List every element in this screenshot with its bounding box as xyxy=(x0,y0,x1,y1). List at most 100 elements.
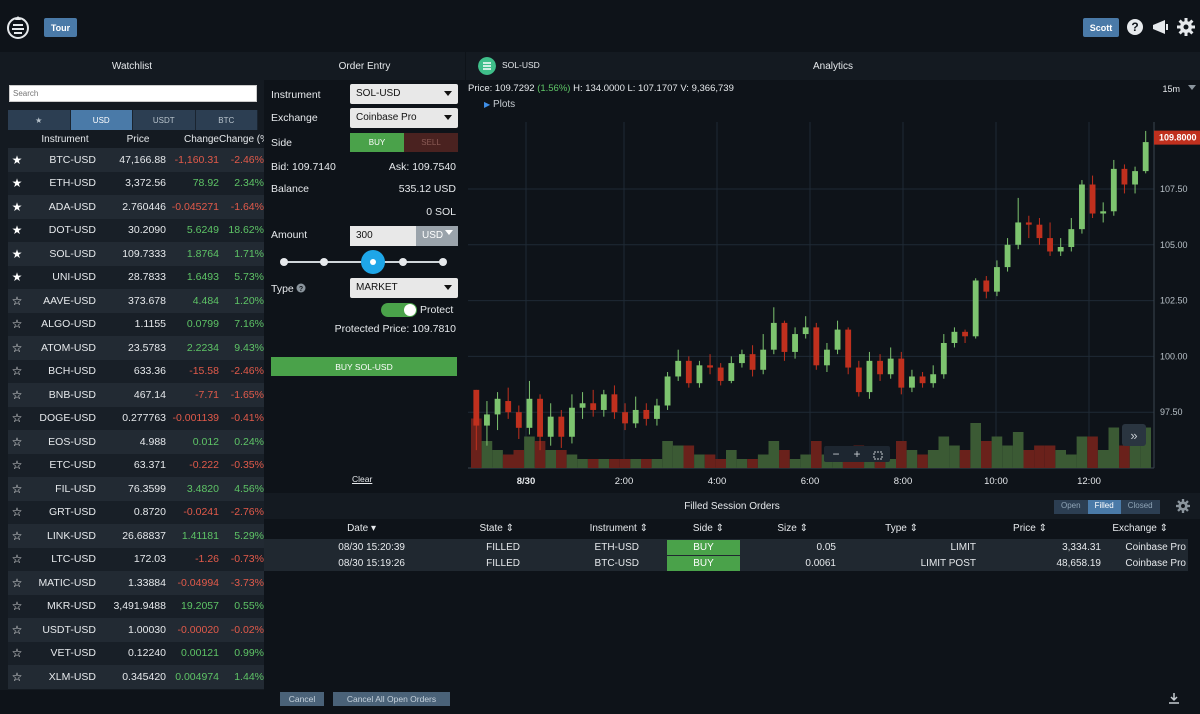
watchlist-row[interactable]: ☆ USDT-USD 1.00030 -0.00020 -0.02% xyxy=(8,618,264,642)
watchlist-row[interactable]: ☆ VET-USD 0.12240 0.00121 0.99% xyxy=(8,641,264,665)
watchlist-row[interactable]: ★ DOT-USD 30.2090 5.6249 18.62% xyxy=(8,218,264,242)
tour-button[interactable]: Tour xyxy=(44,18,77,37)
slider-step-dot[interactable] xyxy=(439,258,447,266)
filter-open[interactable]: Open xyxy=(1054,500,1088,514)
chevron-down-icon[interactable] xyxy=(1188,85,1196,90)
star-icon[interactable]: ☆ xyxy=(8,482,26,496)
change-pct-cell: -0.02% xyxy=(230,623,264,636)
slider-step-dot[interactable] xyxy=(399,258,407,266)
amount-input[interactable]: 300 xyxy=(350,226,416,246)
star-icon[interactable]: ☆ xyxy=(8,552,26,566)
chevrons-right-icon[interactable]: » xyxy=(1130,428,1137,443)
tab-btc[interactable]: BTC xyxy=(195,110,258,130)
watchlist-row[interactable]: ☆ FIL-USD 76.3599 3.4820 4.56% xyxy=(8,477,264,501)
watchlist-row[interactable]: ☆ BNB-USD 467.14 -7.71 -1.65% xyxy=(8,383,264,407)
col-side[interactable]: Side ⇕ xyxy=(648,523,724,537)
slider-step-dot[interactable] xyxy=(280,258,288,266)
col-instrument[interactable]: Instrument ⇕ xyxy=(514,523,648,537)
price-chart[interactable]: 107.50 105.00 102.50 100.00 97.50 8/30 2:00 4:0… xyxy=(466,94,1200,490)
watchlist-row[interactable]: ☆ BCH-USD 633.36 -15.58 -2.46% xyxy=(8,359,264,383)
star-icon[interactable]: ☆ xyxy=(8,435,26,449)
settings-gear-icon[interactable] xyxy=(1177,18,1195,36)
zoom-out-icon[interactable]: − xyxy=(832,447,839,461)
watchlist-row[interactable]: ★ SOL-USD 109.7333 1.8764 1.71% xyxy=(8,242,264,266)
tab-favorites[interactable]: ★ xyxy=(8,110,71,130)
instrument-cell: AAVE-USD xyxy=(43,294,96,307)
col-price[interactable]: Price ⇕ xyxy=(918,523,1047,537)
instrument-select[interactable]: SOL-USD xyxy=(350,84,458,104)
help-icon[interactable]: ? xyxy=(296,283,306,293)
help-icon[interactable]: ? xyxy=(1126,18,1144,36)
settings-gear-icon[interactable] xyxy=(1176,499,1190,513)
star-icon[interactable]: ☆ xyxy=(8,646,26,660)
watchlist-row[interactable]: ☆ ETC-USD 63.371 -0.222 -0.35% xyxy=(8,453,264,477)
star-icon[interactable]: ☆ xyxy=(8,458,26,472)
watchlist-row[interactable]: ☆ ATOM-USD 23.5783 2.2234 9.43% xyxy=(8,336,264,360)
order-row[interactable]: 08/30 15:19:26 FILLED BTC-USD BUY 0.0061 LIMI… xyxy=(264,555,1188,571)
candle-body xyxy=(834,329,841,350)
star-icon[interactable]: ☆ xyxy=(8,670,26,684)
watchlist-row[interactable]: ☆ GRT-USD 0.8720 -0.0241 -2.76% xyxy=(8,500,264,524)
watchlist-row[interactable]: ☆ EOS-USD 4.988 0.012 0.24% xyxy=(8,430,264,454)
star-icon[interactable]: ☆ xyxy=(8,364,26,378)
interval-select[interactable]: 15m xyxy=(1162,84,1180,94)
cancel-all-button[interactable]: Cancel All Open Orders xyxy=(333,692,450,706)
tab-usd[interactable]: USD xyxy=(70,110,133,130)
cancel-button[interactable]: Cancel xyxy=(280,692,324,706)
watchlist-row[interactable]: ☆ AAVE-USD 373.678 4.484 1.20% xyxy=(8,289,264,313)
announcement-icon[interactable] xyxy=(1151,18,1169,36)
star-icon[interactable]: ★ xyxy=(8,153,26,167)
app-logo-icon[interactable] xyxy=(6,14,30,40)
star-icon[interactable]: ★ xyxy=(8,176,26,190)
col-exchange[interactable]: Exchange ⇕ xyxy=(1047,523,1168,537)
buy-side-button[interactable]: BUY xyxy=(350,133,404,152)
star-icon[interactable]: ★ xyxy=(8,247,26,261)
star-icon[interactable]: ☆ xyxy=(8,411,26,425)
slider-step-dot[interactable] xyxy=(320,258,328,266)
star-icon[interactable]: ☆ xyxy=(8,576,26,590)
star-icon[interactable]: ☆ xyxy=(8,388,26,402)
star-icon[interactable]: ☆ xyxy=(8,341,26,355)
watchlist-row[interactable]: ☆ ALGO-USD 1.1155 0.0799 7.16% xyxy=(8,312,264,336)
volume-bar xyxy=(598,459,610,468)
clear-link[interactable]: Clear xyxy=(352,474,372,484)
protect-toggle[interactable] xyxy=(381,303,417,317)
watchlist-row[interactable]: ☆ DOGE-USD 0.277763 -0.001139 -0.41% xyxy=(8,406,264,430)
download-icon[interactable] xyxy=(1168,692,1180,704)
star-icon[interactable]: ☆ xyxy=(8,294,26,308)
amount-slider-handle[interactable] xyxy=(361,250,385,274)
watchlist-search-input[interactable] xyxy=(9,85,257,102)
star-icon[interactable]: ☆ xyxy=(8,505,26,519)
star-icon[interactable]: ☆ xyxy=(8,529,26,543)
exchange-select[interactable]: Coinbase Pro xyxy=(350,108,458,128)
star-icon[interactable]: ☆ xyxy=(8,599,26,613)
col-date[interactable]: Date ▾ xyxy=(264,523,376,537)
watchlist-row[interactable]: ★ ETH-USD 3,372.56 78.92 2.34% xyxy=(8,171,264,195)
col-size[interactable]: Size ⇕ xyxy=(724,523,808,537)
watchlist-row[interactable]: ☆ MATIC-USD 1.33884 -0.04994 -3.73% xyxy=(8,571,264,595)
filter-filled[interactable]: Filled xyxy=(1087,500,1121,514)
tab-usdt[interactable]: USDT xyxy=(133,110,196,130)
filter-closed[interactable]: Closed xyxy=(1120,500,1160,514)
order-type-select[interactable]: MARKET xyxy=(350,278,458,298)
order-row[interactable]: 08/30 15:20:39 FILLED ETH-USD BUY 0.05 LIMIT 3… xyxy=(264,539,1188,555)
amount-unit-select[interactable]: USD xyxy=(416,226,458,246)
watchlist-row[interactable]: ☆ LINK-USD 26.68837 1.41181 5.29% xyxy=(8,524,264,548)
star-icon[interactable]: ★ xyxy=(8,223,26,237)
watchlist-row[interactable]: ★ ADA-USD 2.760446 -0.045271 -1.64% xyxy=(8,195,264,219)
submit-order-button[interactable]: BUY SOL-USD xyxy=(271,357,457,376)
star-icon[interactable]: ☆ xyxy=(8,623,26,637)
user-button[interactable]: Scott xyxy=(1083,18,1119,37)
star-icon[interactable]: ★ xyxy=(8,270,26,284)
star-icon[interactable]: ☆ xyxy=(8,317,26,331)
watchlist-row[interactable]: ★ UNI-USD 28.7833 1.6493 5.73% xyxy=(8,265,264,289)
col-type[interactable]: Type ⇕ xyxy=(808,523,918,537)
watchlist-row[interactable]: ★ BTC-USD 47,166.88 -1,160.31 -2.46% xyxy=(8,148,264,172)
sell-side-button[interactable]: SELL xyxy=(404,133,458,152)
watchlist-row[interactable]: ☆ MKR-USD 3,491.9488 19.2057 0.55% xyxy=(8,594,264,618)
watchlist-row[interactable]: ☆ XLM-USD 0.345420 0.004974 1.44% xyxy=(8,665,264,689)
watchlist-row[interactable]: ☆ LTC-USD 172.03 -1.26 -0.73% xyxy=(8,547,264,571)
star-icon[interactable]: ★ xyxy=(8,200,26,214)
zoom-in-icon[interactable]: + xyxy=(853,447,860,461)
col-state[interactable]: State ⇕ xyxy=(376,523,514,537)
